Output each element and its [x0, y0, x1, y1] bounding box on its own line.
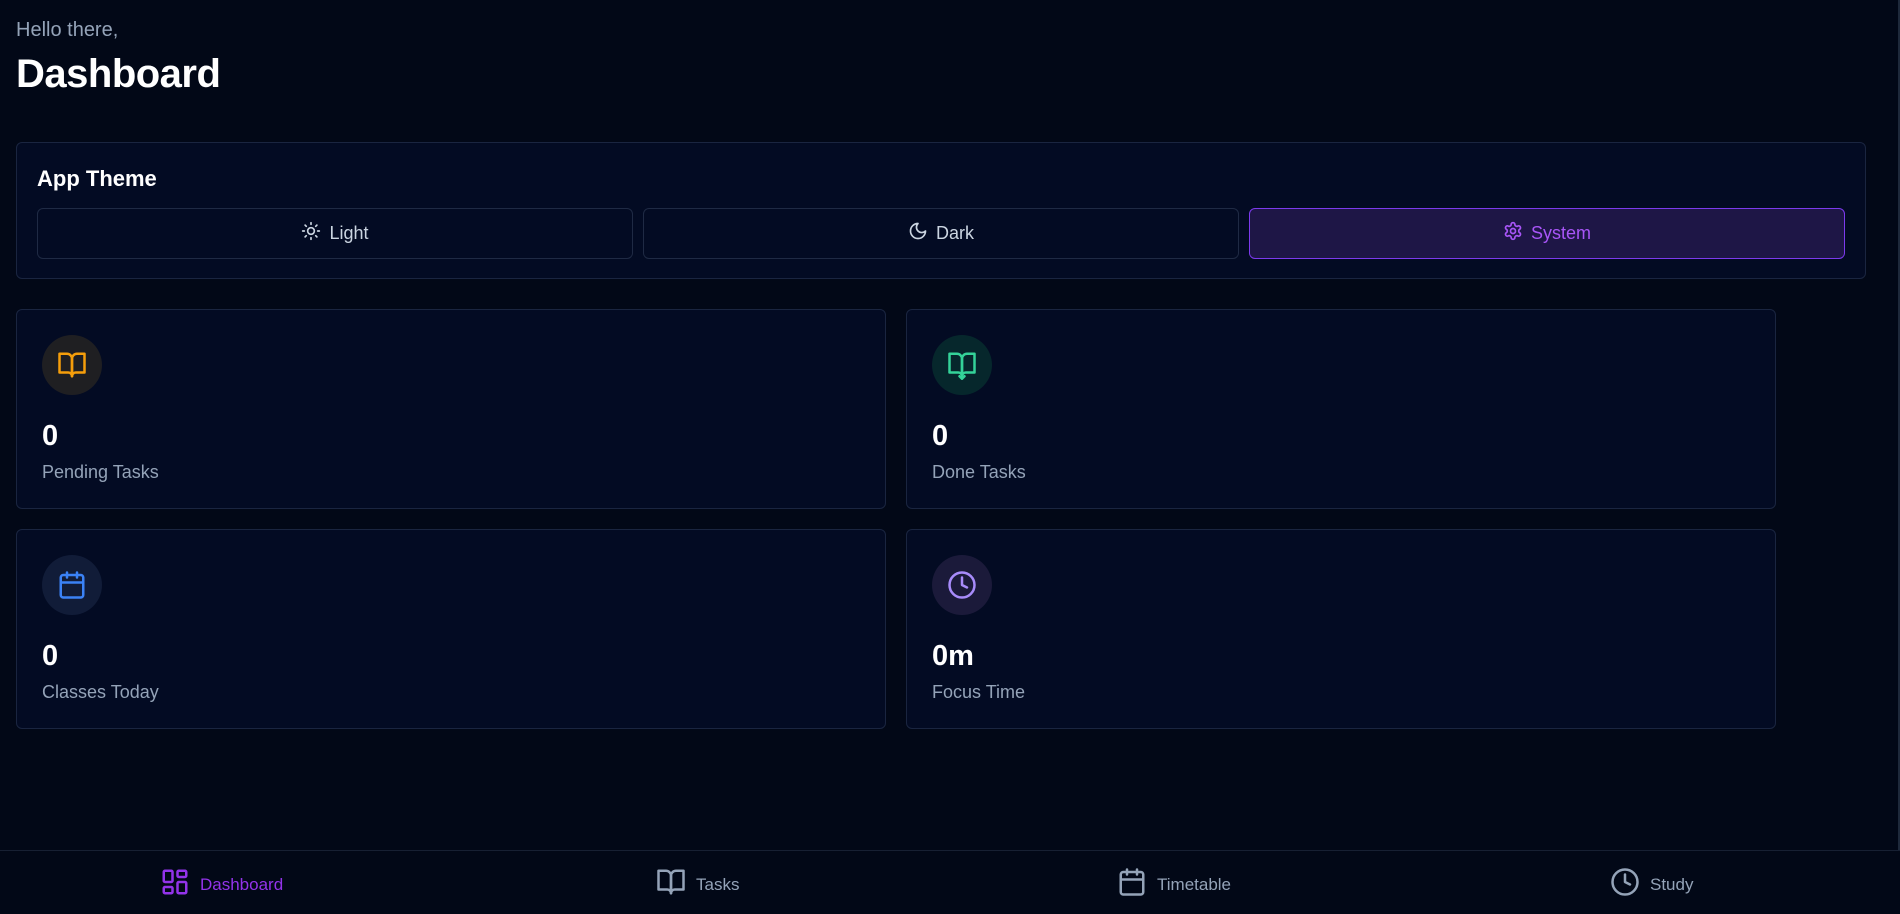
page-title: Dashboard [16, 52, 221, 96]
classes-today-value: 0 [42, 640, 59, 672]
done-tasks-label: Done Tasks [932, 462, 1026, 482]
calendar-icon [1117, 867, 1147, 902]
nav-item-timetable-label: Timetable [1157, 874, 1232, 894]
greeting-text: Hello there, [16, 19, 119, 41]
app-theme-title: App Theme [37, 166, 157, 191]
focus-time-value: 0m [932, 640, 974, 672]
focus-time-label: Focus Time [932, 682, 1026, 702]
stat-card-classes-today: 0 Classes Today [16, 529, 886, 729]
nav-item-dashboard[interactable]: Dashboard [160, 867, 283, 902]
app-theme-card: App Theme Light Dark System [16, 142, 1866, 279]
done-tasks-value: 0 [932, 420, 949, 452]
clock-icon [932, 555, 992, 615]
pending-tasks-value: 0 [42, 420, 59, 452]
pending-tasks-label: Pending Tasks [42, 462, 159, 482]
stat-card-pending-tasks: 0 Pending Tasks [16, 309, 886, 509]
theme-dark-label: Dark [935, 223, 974, 243]
theme-light-button[interactable]: Light [37, 208, 633, 259]
book-open-check-icon [932, 335, 992, 395]
theme-dark-button[interactable]: Dark [643, 208, 1239, 259]
nav-item-tasks[interactable]: Tasks [656, 867, 739, 902]
clock-icon [1610, 867, 1640, 902]
classes-today-label: Classes Today [42, 682, 159, 702]
nav-item-dashboard-label: Dashboard [200, 874, 284, 894]
theme-system-button[interactable]: System [1249, 208, 1845, 259]
book-open-icon [42, 335, 102, 395]
calendar-icon [42, 555, 102, 615]
gear-icon [1503, 221, 1523, 246]
theme-system-label: System [1530, 223, 1591, 243]
book-open-icon [656, 867, 686, 902]
nav-item-study-label: Study [1650, 874, 1694, 894]
moon-icon [908, 221, 928, 246]
theme-light-label: Light [329, 223, 369, 243]
dashboard-content: Hello there, Dashboard App Theme Light D… [0, 0, 1900, 850]
sun-icon [301, 221, 321, 246]
nav-item-timetable[interactable]: Timetable [1117, 867, 1231, 902]
stat-card-focus-time: 0m Focus Time [906, 529, 1776, 729]
stat-card-done-tasks: 0 Done Tasks [906, 309, 1776, 509]
dashboard-icon [160, 867, 190, 902]
nav-item-study[interactable]: Study [1610, 867, 1693, 902]
bottom-nav: Dashboard Tasks Timetable Study [0, 850, 1900, 914]
nav-item-tasks-label: Tasks [696, 874, 740, 894]
app-root: Hello there, Dashboard App Theme Light D… [0, 0, 1900, 914]
